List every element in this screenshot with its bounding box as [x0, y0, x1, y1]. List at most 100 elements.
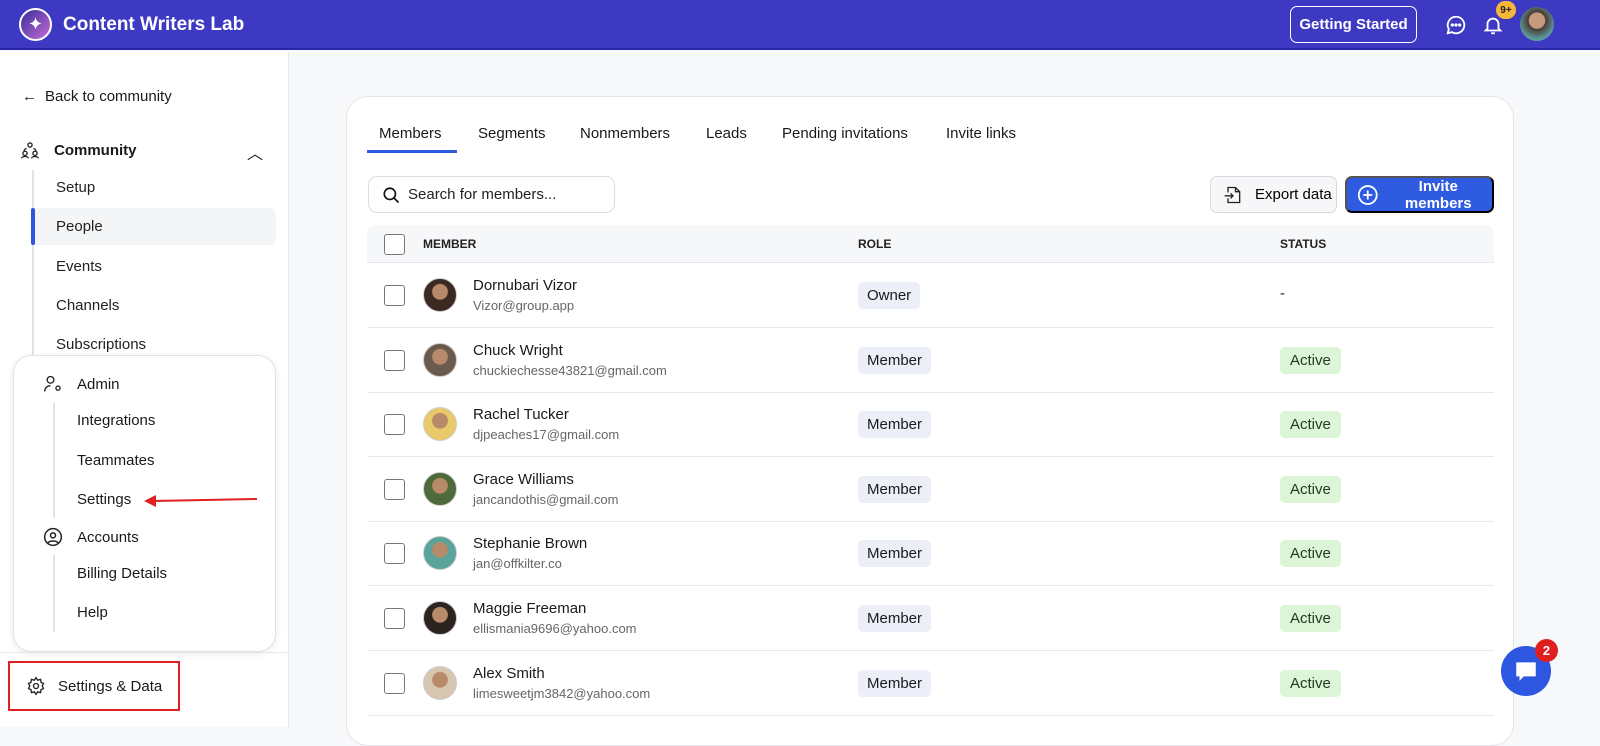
back-label: Back to community [45, 88, 172, 105]
member-name[interactable]: Stephanie Brown [473, 535, 587, 552]
table-row[interactable]: Rachel Tucker djpeaches17@gmail.com Memb… [367, 392, 1494, 458]
member-email: chuckiechesse43821@gmail.com [473, 362, 667, 378]
user-avatar[interactable] [1520, 7, 1554, 41]
sidebar-item-people[interactable]: People [56, 218, 103, 235]
user-gear-icon [44, 375, 61, 392]
member-name[interactable]: Dornubari Vizor [473, 277, 577, 294]
admin-label: Admin [77, 375, 120, 393]
gear-icon [27, 676, 45, 696]
search-box[interactable] [368, 176, 615, 213]
app-title: Content Writers Lab [63, 14, 245, 35]
file-export-icon [1224, 186, 1241, 203]
tab-pending-invitations[interactable]: Pending invitations [782, 125, 908, 142]
avatar[interactable] [423, 665, 457, 700]
chevron-up-icon[interactable]: ︿ [247, 140, 263, 164]
member-name[interactable]: Maggie Freeman [473, 600, 586, 617]
admin-guide-line [53, 403, 55, 518]
row-checkbox[interactable] [384, 543, 405, 565]
table-row[interactable]: Chuck Wright chuckiechesse43821@gmail.co… [367, 328, 1494, 393]
member-email: jancandothis@gmail.com [473, 491, 619, 507]
sidebar-item-channels[interactable]: Channels [56, 297, 119, 314]
export-label: Export data [1255, 186, 1332, 203]
select-all-checkbox[interactable] [384, 234, 405, 255]
avatar[interactable] [423, 342, 457, 377]
role-badge[interactable]: Member [858, 605, 932, 632]
role-badge[interactable]: Member [858, 669, 932, 697]
export-data-button[interactable]: Export data [1210, 176, 1337, 213]
role-badge[interactable]: Member [858, 411, 932, 439]
community-icon [21, 142, 39, 159]
table-row[interactable]: Stephanie Brown jan@offkilter.co Member A… [367, 521, 1494, 587]
row-checkbox[interactable] [384, 608, 405, 629]
status-badge: Active [1280, 411, 1341, 439]
avatar[interactable] [423, 601, 457, 635]
status-empty: - [1280, 285, 1285, 302]
table-row[interactable]: Maggie Freeman ellismania9696@yahoo.com … [367, 586, 1494, 651]
getting-started-button[interactable]: Getting Started [1290, 6, 1417, 43]
back-to-community-link[interactable]: ← Back to community [22, 88, 172, 105]
status-badge: Active [1280, 475, 1341, 503]
avatar[interactable] [423, 278, 457, 312]
table-row[interactable]: Grace Williams jancandothis@gmail.com Me… [367, 457, 1494, 522]
invite-members-button[interactable]: Invite members [1345, 176, 1494, 213]
member-name[interactable]: Chuck Wright [473, 342, 563, 359]
settings-and-data-button[interactable]: Settings & Data [8, 661, 180, 711]
member-email: ellismania9696@yahoo.com [473, 621, 637, 636]
active-indicator [31, 208, 35, 245]
role-badge[interactable]: Member [858, 540, 932, 568]
community-label: Community [54, 141, 137, 159]
accounts-guide-line [53, 555, 55, 632]
nav-guide-line [32, 170, 34, 355]
tab-members[interactable]: Members [379, 125, 442, 142]
chat-unread-badge: 2 [1535, 639, 1558, 662]
notifications-badge: 9+ [1496, 1, 1516, 19]
column-header-role[interactable]: ROLE [858, 237, 891, 251]
member-email: Vizor@group.app [473, 298, 575, 313]
tab-segments[interactable]: Segments [478, 125, 546, 142]
divider [0, 652, 289, 653]
sidebar-item-events[interactable]: Events [56, 258, 102, 275]
search-input[interactable] [408, 186, 608, 203]
menu-item-teammates[interactable]: Teammates [77, 452, 155, 469]
status-badge: Active [1280, 605, 1341, 632]
accounts-section[interactable]: Accounts [43, 527, 139, 547]
menu-item-help[interactable]: Help [77, 604, 108, 621]
menu-item-integrations[interactable]: Integrations [77, 412, 155, 429]
menu-item-billing-details[interactable]: Billing Details [77, 565, 167, 582]
table-row[interactable]: Alex Smith limesweetjm3842@yahoo.com Mem… [367, 651, 1494, 716]
row-checkbox[interactable] [384, 414, 405, 436]
avatar[interactable] [423, 536, 457, 571]
tab-invite-links[interactable]: Invite links [946, 125, 1016, 142]
logo-icon[interactable]: ✦ [19, 8, 52, 41]
member-name[interactable]: Alex Smith [473, 665, 545, 682]
admin-section[interactable]: Admin [43, 374, 120, 394]
settings-and-data-label: Settings & Data [58, 677, 163, 695]
role-badge[interactable]: Member [858, 346, 932, 374]
status-badge: Active [1280, 346, 1341, 374]
table-row[interactable]: Dornubari Vizor Vizor@group.app Owner - [367, 263, 1494, 328]
column-header-member[interactable]: MEMBER [423, 237, 476, 251]
column-header-status[interactable]: STATUS [1280, 237, 1326, 251]
avatar[interactable] [423, 407, 457, 442]
row-checkbox[interactable] [384, 349, 405, 371]
community-section-toggle[interactable]: Community [20, 140, 137, 160]
row-checkbox[interactable] [384, 478, 405, 500]
member-name[interactable]: Rachel Tucker [473, 406, 569, 423]
role-badge[interactable]: Member [858, 475, 932, 503]
menu-item-settings[interactable]: Settings [77, 491, 131, 508]
status-badge: Active [1280, 669, 1341, 697]
row-checkbox[interactable] [384, 285, 405, 306]
tab-leads[interactable]: Leads [706, 125, 747, 142]
row-checkbox[interactable] [384, 672, 405, 694]
accounts-label: Accounts [77, 528, 139, 546]
sidebar-item-subscriptions[interactable]: Subscriptions [56, 336, 146, 353]
top-bar: ✦ Content Writers Lab Getting Started 9+ [0, 0, 1600, 50]
sidebar-item-setup[interactable]: Setup [56, 179, 95, 196]
chat-icon[interactable] [1445, 14, 1467, 36]
member-email: jan@offkilter.co [473, 556, 562, 572]
role-badge[interactable]: Owner [858, 282, 921, 309]
tab-nonmembers[interactable]: Nonmembers [580, 125, 670, 142]
arrow-left-icon: ← [22, 88, 37, 105]
member-name[interactable]: Grace Williams [473, 471, 574, 488]
avatar[interactable] [423, 471, 457, 506]
